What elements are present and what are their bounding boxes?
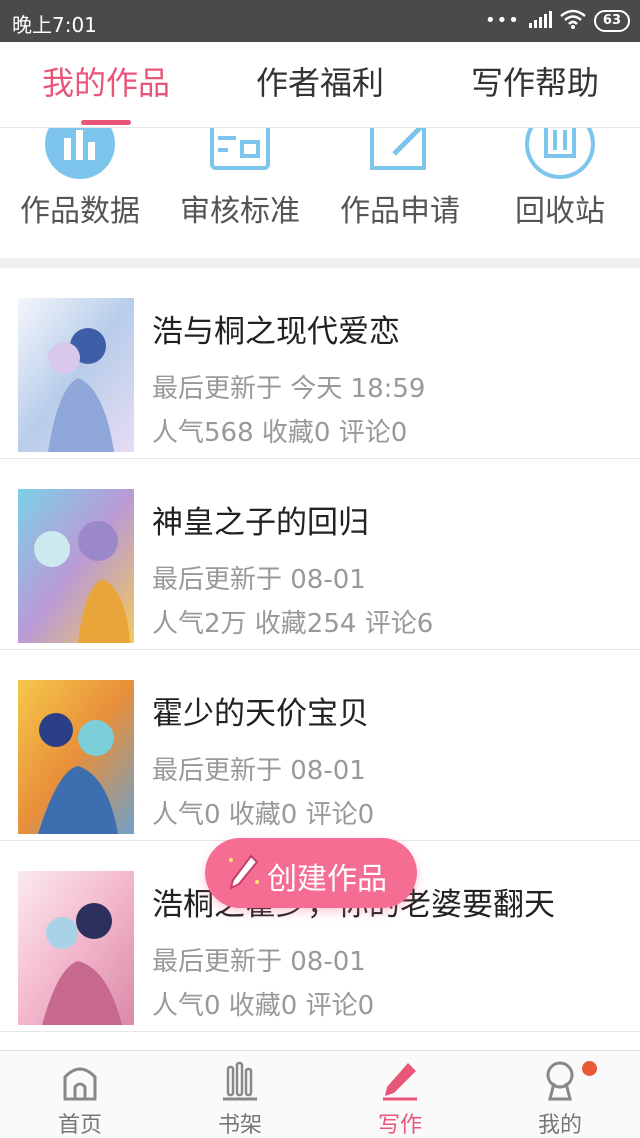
trash-icon	[525, 128, 595, 179]
create-work-button[interactable]: 创建作品	[205, 838, 417, 908]
work-stats: 人气2万 收藏254 评论6	[152, 609, 434, 639]
tab-my-works[interactable]: 我的作品	[20, 42, 192, 128]
wifi-icon	[560, 9, 586, 33]
profile-icon	[546, 1061, 574, 1101]
work-title: 霍少的天价宝贝	[152, 696, 369, 732]
home-icon	[63, 1067, 97, 1101]
tools-row: 作品数据 审核标准 作品申请 回收站	[0, 128, 640, 258]
work-stats: 人气0 收藏0 评论0	[152, 800, 375, 830]
status-icons: ••• 63	[485, 8, 630, 34]
bookshelf-icon	[223, 1061, 257, 1101]
work-stats: 人气568 收藏0 评论0	[152, 418, 408, 448]
status-time: 晚上7:01	[12, 13, 97, 37]
section-divider	[0, 258, 640, 268]
signal-icon	[528, 10, 552, 32]
work-title: 神皇之子的回归	[152, 505, 369, 541]
tool-label: 作品申请	[340, 194, 460, 229]
work-updated: 最后更新于 08-01	[152, 565, 366, 595]
battery-icon: 63	[593, 10, 630, 32]
work-updated: 最后更新于 08-01	[152, 947, 366, 977]
tool-review-standard[interactable]: 审核标准	[160, 128, 320, 258]
tool-work-data[interactable]: 作品数据	[0, 128, 160, 258]
bottom-nav: 首页 书架 写作 我的	[0, 1050, 640, 1138]
tab-writing-help[interactable]: 写作帮助	[450, 42, 620, 128]
nav-write[interactable]: 写作	[320, 1051, 480, 1138]
tool-work-application[interactable]: 作品申请	[320, 128, 480, 258]
active-tab-indicator	[81, 120, 131, 125]
tool-label: 回收站	[515, 194, 605, 229]
chart-icon	[45, 128, 115, 179]
work-updated: 最后更新于 08-01	[152, 756, 366, 786]
work-title: 浩与桐之现代爱恋	[152, 314, 400, 350]
nav-label: 书架	[217, 1113, 262, 1138]
nav-bookshelf[interactable]: 书架	[160, 1051, 320, 1138]
list-item[interactable]: 霍少的天价宝贝 最后更新于 08-01 人气0 收藏0 评论0	[0, 650, 640, 841]
nav-label: 写作	[377, 1113, 422, 1138]
status-bar: 晚上7:01 ••• 63	[0, 0, 640, 42]
cover-image	[18, 871, 134, 1025]
review-icon	[210, 128, 270, 170]
top-tabs: 我的作品 作者福利 写作帮助	[0, 42, 640, 128]
nav-label: 首页	[57, 1113, 102, 1138]
tool-label: 作品数据	[20, 194, 140, 229]
work-updated: 最后更新于 今天 18:59	[152, 374, 426, 404]
tab-author-benefits[interactable]: 作者福利	[232, 42, 408, 128]
more-dots-icon: •••	[485, 10, 520, 31]
nav-mine[interactable]: 我的	[480, 1051, 640, 1138]
cover-image	[18, 680, 134, 834]
create-work-label: 创建作品	[267, 862, 387, 897]
pen-icon	[383, 1063, 417, 1101]
cover-image	[18, 489, 134, 643]
cover-image	[18, 298, 134, 452]
nav-label: 我的	[537, 1113, 582, 1138]
list-item[interactable]: 神皇之子的回归 最后更新于 08-01 人气2万 收藏254 评论6	[0, 459, 640, 650]
notification-dot	[582, 1061, 597, 1076]
tool-label: 审核标准	[180, 194, 300, 229]
nav-home[interactable]: 首页	[0, 1051, 160, 1138]
edit-icon	[370, 128, 426, 170]
tool-recycle-bin[interactable]: 回收站	[480, 128, 640, 258]
work-stats: 人气0 收藏0 评论0	[152, 991, 375, 1021]
pencil-icon	[229, 854, 259, 890]
list-item[interactable]: 浩与桐之现代爱恋 最后更新于 今天 18:59 人气568 收藏0 评论0	[0, 268, 640, 459]
